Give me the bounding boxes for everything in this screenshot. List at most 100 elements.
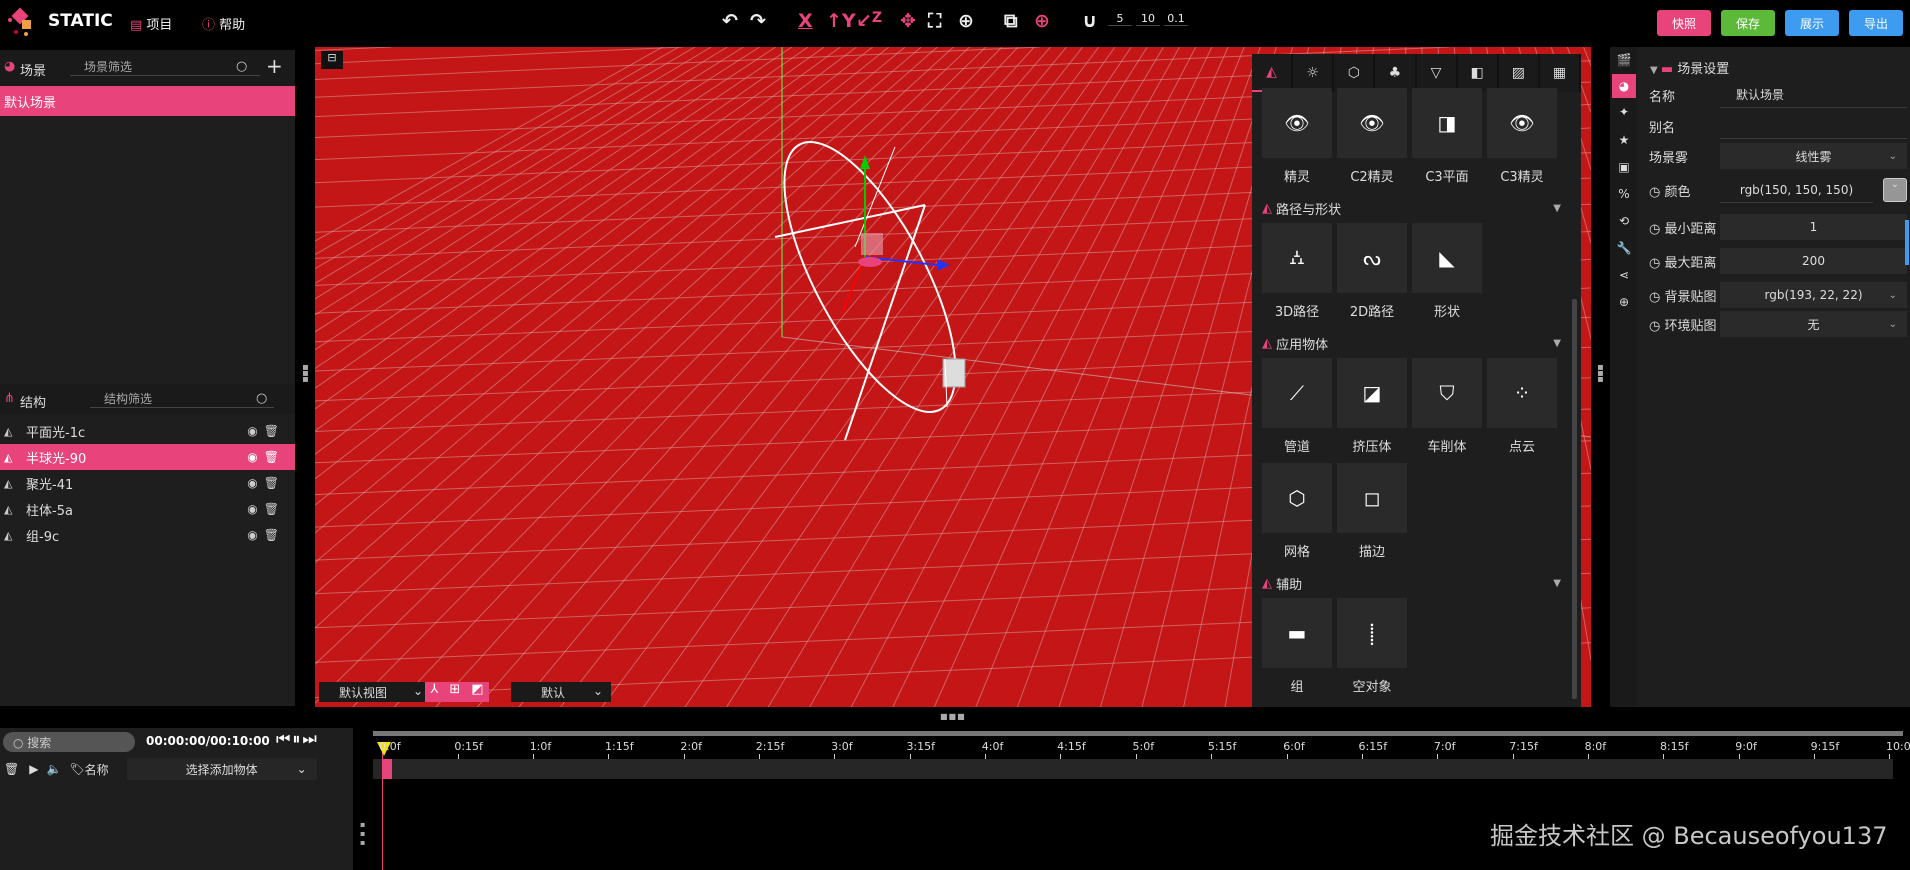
snap-scale-input[interactable]: 0.1 bbox=[1164, 12, 1188, 26]
menu-project[interactable]: ▤ 项目 bbox=[130, 14, 172, 33]
alias-input[interactable] bbox=[1720, 113, 1907, 139]
object-type-button[interactable]: 👁 C3精灵 bbox=[1487, 88, 1562, 189]
right-resize-handle[interactable]: ▪ ▪ ▪ bbox=[1597, 363, 1604, 385]
object-type-button[interactable]: ⛉ 车削体 bbox=[1412, 358, 1487, 459]
section-header[interactable]: ◭ 路径与形状 ▼ bbox=[1252, 193, 1581, 223]
save-button[interactable]: 保存 bbox=[1721, 10, 1775, 36]
view-mode-buttons[interactable]: ⅄ ⊞ ◩ bbox=[425, 682, 489, 702]
gizmo-z-arrow[interactable] bbox=[937, 259, 950, 271]
object-type-button[interactable]: ▬ 组 bbox=[1262, 598, 1337, 699]
gizmo-plane-handle[interactable] bbox=[861, 233, 883, 255]
tab-models[interactable]: ♣ bbox=[1375, 54, 1417, 92]
render-mode-select[interactable]: 默认 ⌄ bbox=[511, 682, 611, 702]
list-item[interactable]: ◭ 组-9c ◉🗑 bbox=[0, 522, 295, 548]
fog-color-input[interactable]: rgb(150, 150, 150) bbox=[1720, 177, 1873, 203]
wrench-icon[interactable]: 🔧 bbox=[1612, 236, 1636, 260]
scale-icon[interactable]: ⛶ bbox=[928, 10, 941, 32]
export-button[interactable]: 导出 bbox=[1849, 10, 1903, 36]
visibility-delete-icons[interactable]: ◉🗑 bbox=[247, 424, 285, 438]
scene-item[interactable]: 默认场景 bbox=[0, 86, 295, 116]
world-space-icon[interactable]: ⊕ bbox=[1034, 10, 1050, 32]
search-icon[interactable]: ○ bbox=[236, 59, 247, 74]
visibility-delete-icons[interactable]: ◉🗑 bbox=[247, 528, 285, 542]
bottom-resize-handle[interactable]: ■■■ bbox=[940, 712, 966, 721]
star-icon[interactable]: ★ bbox=[1612, 128, 1636, 152]
object-type-button[interactable]: ᔓ 2D路径 bbox=[1337, 223, 1412, 324]
tab-geometry[interactable]: ⬡ bbox=[1334, 54, 1376, 92]
preview-button[interactable]: 展示 bbox=[1785, 10, 1839, 36]
transform-icon[interactable]: ⟲ bbox=[1612, 209, 1636, 233]
snap-rotate-input[interactable]: 10 bbox=[1136, 12, 1160, 26]
skip-start-icon[interactable]: ⏮ bbox=[276, 729, 292, 748]
object-type-button[interactable]: 👁 C2精灵 bbox=[1337, 88, 1412, 189]
pause-icon[interactable]: ⏸ bbox=[292, 729, 302, 748]
view-select[interactable]: 默认视图 ⌄ bbox=[319, 682, 429, 702]
fog-select[interactable]: 线性雾 ⌄ bbox=[1720, 143, 1907, 169]
object-type-button[interactable]: ◣ 形状 bbox=[1412, 223, 1487, 324]
snap-translate-input[interactable]: 5 bbox=[1108, 12, 1132, 26]
color-picker-button[interactable]: ⌄ bbox=[1883, 178, 1907, 202]
fog-near-input[interactable]: 1 bbox=[1720, 214, 1907, 240]
name-input[interactable]: 默认场景 bbox=[1720, 82, 1907, 108]
play-icon[interactable]: ▶ bbox=[29, 762, 38, 776]
section-header[interactable]: ▼ ▬ 场景设置 bbox=[1650, 58, 1729, 77]
stats-toggle-icon[interactable]: ⊟ bbox=[321, 51, 343, 69]
object-type-button[interactable]: ◨ C3平面 bbox=[1412, 88, 1487, 189]
add-object-select[interactable]: 选择添加物体 ⌄ bbox=[126, 758, 317, 780]
background-select[interactable]: rgb(193, 22, 22) ⌄ bbox=[1720, 282, 1907, 308]
keyframe[interactable] bbox=[383, 759, 392, 779]
image-icon[interactable]: ▣ bbox=[1612, 155, 1636, 179]
object-type-button[interactable]: ⁘ 点云 bbox=[1487, 358, 1562, 459]
menu-help[interactable]: ⓘ 帮助 bbox=[202, 14, 245, 33]
fog-far-input[interactable]: 200 bbox=[1720, 248, 1907, 274]
properties-scrollbar[interactable] bbox=[1905, 220, 1909, 265]
skip-end-icon[interactable]: ⏭ bbox=[302, 729, 318, 748]
list-item[interactable]: ◭ 柱体-5a ◉🗑 bbox=[0, 496, 295, 522]
axis-y-toggle[interactable]: ↑Y bbox=[826, 10, 856, 32]
list-item[interactable]: ◭ 半球光-90 ◉🗑 bbox=[0, 444, 295, 470]
axis-z-toggle[interactable]: ↙Z bbox=[856, 10, 882, 32]
visibility-delete-icons[interactable]: ◉🗑 bbox=[247, 476, 285, 490]
volume-icon[interactable]: 🔈 bbox=[46, 762, 61, 776]
timeline-search-input[interactable]: ○ 搜索 bbox=[3, 732, 135, 752]
tab-objects[interactable]: ◭ bbox=[1252, 54, 1294, 92]
add-scene-icon[interactable]: + bbox=[266, 54, 283, 78]
object-type-button[interactable]: ⸽ 空对象 bbox=[1337, 598, 1412, 699]
object-type-button[interactable]: ⟋ 管道 bbox=[1262, 358, 1337, 459]
environment-select[interactable]: 无 ⌄ bbox=[1720, 311, 1907, 337]
clapper-icon[interactable]: 🎬 bbox=[1612, 48, 1636, 72]
share-icon[interactable]: ⋖ bbox=[1612, 263, 1636, 287]
scene-settings-tab[interactable]: ◕ bbox=[1612, 74, 1636, 98]
globe-icon[interactable]: ⊕ bbox=[1612, 290, 1636, 314]
object-type-button[interactable]: ◻ 描边 bbox=[1337, 463, 1412, 564]
redo-icon[interactable]: ↷ bbox=[750, 10, 766, 32]
move-icon[interactable]: ✥ bbox=[900, 10, 916, 32]
rotate-icon[interactable]: ⊕ bbox=[958, 10, 974, 32]
tab-lights[interactable]: ☼ bbox=[1293, 54, 1335, 92]
local-space-icon[interactable]: ⧉ bbox=[1004, 10, 1018, 32]
visibility-delete-icons[interactable]: ◉🗑 bbox=[247, 502, 285, 516]
percent-icon[interactable]: % bbox=[1612, 182, 1636, 206]
object-type-button[interactable]: ⬡ 网格 bbox=[1262, 463, 1337, 564]
object-type-button[interactable]: 👁 精灵 bbox=[1262, 88, 1337, 189]
tab-materials[interactable]: ◧ bbox=[1458, 54, 1499, 92]
tab-layout[interactable]: ▦ bbox=[1540, 54, 1581, 92]
list-item[interactable]: ◭ 聚光-41 ◉🗑 bbox=[0, 470, 295, 496]
structure-filter-input[interactable]: 结构筛选 bbox=[90, 390, 274, 408]
list-item[interactable]: ◭ 平面光-1c ◉🗑 bbox=[0, 418, 295, 444]
camera-icon[interactable]: ◩ bbox=[471, 682, 483, 702]
axes-icon[interactable]: ⅄ bbox=[430, 682, 438, 702]
spotlight-cone[interactable] bbox=[751, 119, 989, 436]
tab-shaders[interactable]: ▽ bbox=[1417, 54, 1458, 92]
timeline-scrollbar[interactable] bbox=[373, 731, 1903, 736]
scrollbar[interactable] bbox=[1572, 299, 1577, 699]
search-icon[interactable]: ○ bbox=[256, 391, 267, 406]
undo-icon[interactable]: ↶ bbox=[722, 10, 738, 32]
section-header[interactable]: ◭ 应用物体 ▼ bbox=[1252, 328, 1581, 358]
snapshot-button[interactable]: 快照 bbox=[1657, 10, 1711, 36]
trash-icon[interactable]: 🗑 bbox=[4, 762, 19, 776]
object-type-button[interactable]: ⛼ 3D路径 bbox=[1262, 223, 1337, 324]
left-resize-handle[interactable]: ▪ ▪ ▪ bbox=[302, 363, 309, 385]
axis-x-toggle[interactable]: X bbox=[798, 10, 813, 32]
tab-textures[interactable]: ▨ bbox=[1499, 54, 1540, 92]
